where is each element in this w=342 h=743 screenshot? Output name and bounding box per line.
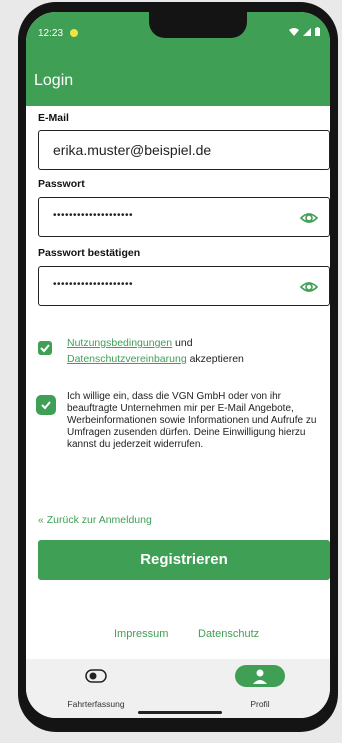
checkmark-icon (40, 344, 50, 353)
password-field[interactable]: •••••••••••••••••••• (38, 197, 330, 237)
impressum-link[interactable]: Impressum (114, 628, 168, 640)
password-confirm-field[interactable]: •••••••••••••••••••• (38, 266, 330, 306)
bottom-navigation: Fahrterfassung Profil (26, 659, 330, 718)
eye-icon[interactable] (299, 208, 319, 228)
signal-icon (303, 28, 312, 36)
consent-text: Ich willige ein, dass die VGN GmbH oder … (67, 391, 317, 450)
nav-icon-wrap (85, 669, 107, 688)
checkmark-icon (41, 401, 51, 410)
battery-icon (315, 27, 320, 36)
profile-pill (235, 665, 285, 687)
privacy-agreement-link[interactable]: Datenschutzvereinbarung (67, 353, 187, 365)
email-value: erika.muster@beispiel.de (53, 142, 212, 158)
nav-label-profil: Profil (250, 699, 270, 709)
terms-checkbox[interactable] (38, 341, 52, 355)
password-confirm-label: Passwort bestätigen (38, 247, 141, 259)
nav-item-fahrterfassung[interactable]: Fahrterfassung (36, 659, 156, 718)
screen: 12:23 Login E-Mail erika.muster@beispiel… (26, 12, 330, 718)
wifi-icon (289, 28, 300, 36)
registration-form: E-Mail erika.muster@beispiel.de Passwort… (26, 106, 330, 656)
toggle-icon (85, 669, 107, 683)
terms-link[interactable]: Nutzungsbedingungen (67, 337, 172, 349)
phone-frame: 12:23 Login E-Mail erika.muster@beispiel… (18, 2, 338, 732)
email-label: E-Mail (38, 112, 69, 124)
terms-and: und (175, 337, 193, 349)
terms-text: Nutzungsbedingungen und Datenschutzverei… (67, 335, 315, 367)
back-to-login-link[interactable]: « Zurück zur Anmeldung (38, 514, 152, 526)
nav-label-fahrterfassung: Fahrterfassung (67, 699, 125, 709)
terms-accept: akzeptieren (189, 353, 244, 365)
email-field[interactable]: erika.muster@beispiel.de (38, 130, 330, 170)
password-label: Passwort (38, 178, 85, 190)
register-button[interactable]: Registrieren (38, 540, 330, 580)
consent-checkbox[interactable] (36, 395, 56, 415)
datenschutz-link[interactable]: Datenschutz (198, 628, 259, 640)
status-icons (289, 27, 320, 39)
notch (149, 12, 247, 38)
password-value: •••••••••••••••••••• (53, 210, 134, 221)
nav-item-profil[interactable]: Profil (200, 659, 320, 718)
home-indicator (138, 711, 222, 714)
app-bar: Login (26, 58, 330, 106)
page-title: Login (34, 72, 74, 89)
consent-checkbox-fill (39, 398, 53, 412)
nav-icon-wrap (235, 665, 285, 687)
eye-icon[interactable] (299, 277, 319, 297)
password-confirm-value: •••••••••••••••••••• (53, 279, 134, 290)
person-icon (253, 669, 267, 684)
notification-dot-icon (70, 29, 78, 37)
status-time: 12:23 (38, 28, 64, 39)
